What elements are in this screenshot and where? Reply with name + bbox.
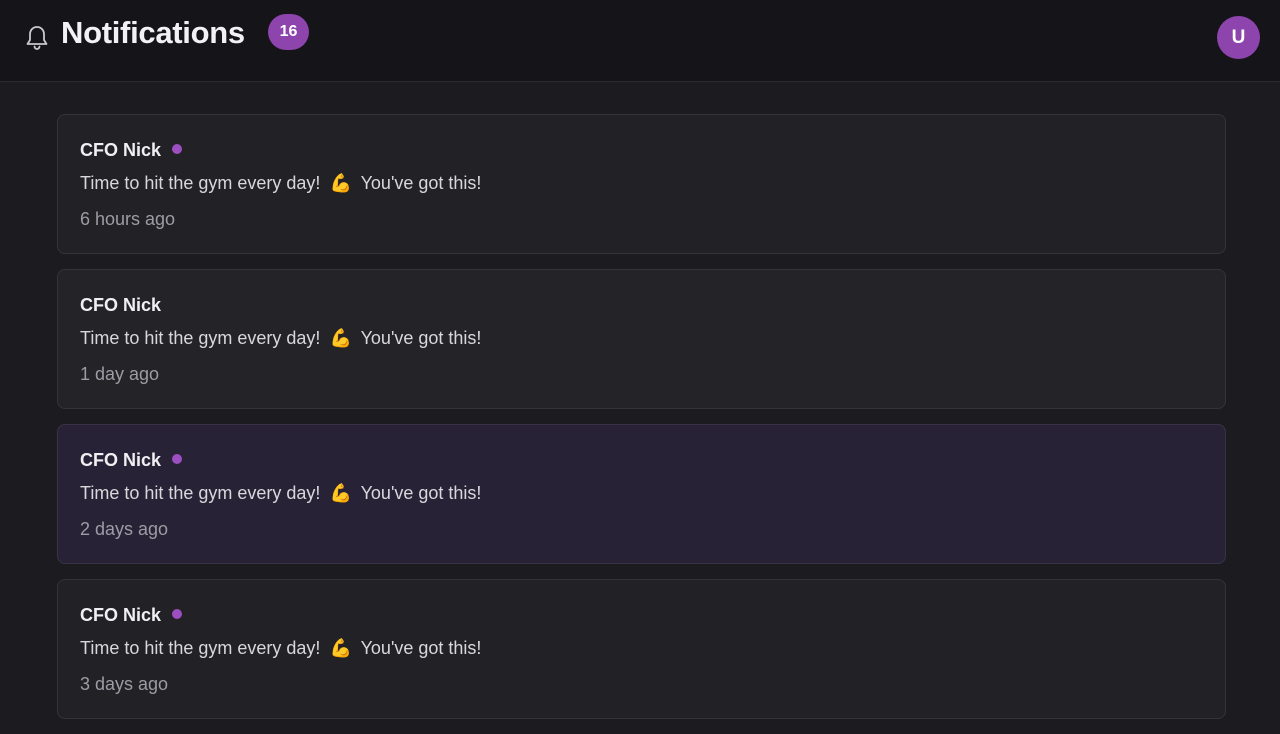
message-text: Time to hit the gym every day! xyxy=(80,483,321,503)
message-text-end: You've got this! xyxy=(360,483,482,503)
notification-list: CFO Nick Time to hit the gym every day! … xyxy=(57,114,1226,734)
notification-sender: CFO Nick xyxy=(80,139,183,161)
sender-name: CFO Nick xyxy=(80,140,162,160)
notification-sender: CFO Nick xyxy=(80,449,183,471)
top-bar: Notifications 16 U xyxy=(0,0,1280,82)
notification-count-badge: 16 xyxy=(268,14,309,50)
sender-name: CFO Nick xyxy=(80,605,162,625)
notification-timestamp: 3 days ago xyxy=(80,674,169,694)
notification-sender: CFO Nick xyxy=(80,604,183,626)
page-title: Notifications xyxy=(61,15,245,50)
flexed-biceps-icon: 💪 xyxy=(329,638,352,658)
message-text: Time to hit the gym every day! xyxy=(80,638,321,658)
notification-timestamp: 6 hours ago xyxy=(80,209,176,229)
notification-card[interactable]: CFO Nick Time to hit the gym every day! … xyxy=(57,114,1226,254)
notification-card[interactable]: CFO Nick Time to hit the gym every day! … xyxy=(57,424,1226,564)
message-text-end: You've got this! xyxy=(360,328,482,348)
sender-name: CFO Nick xyxy=(80,450,162,470)
sender-name: CFO Nick xyxy=(80,295,162,315)
notification-message: Time to hit the gym every day! 💪 You've … xyxy=(80,327,481,349)
unread-indicator xyxy=(172,144,183,154)
unread-indicator xyxy=(172,454,183,464)
notification-card[interactable]: CFO Nick Time to hit the gym every day! … xyxy=(57,579,1226,719)
notification-sender: CFO Nick xyxy=(80,294,161,316)
message-text: Time to hit the gym every day! xyxy=(80,328,321,348)
notification-timestamp: 1 day ago xyxy=(80,364,160,384)
user-avatar[interactable]: U xyxy=(1217,16,1260,59)
message-text-end: You've got this! xyxy=(360,638,482,658)
notification-message: Time to hit the gym every day! 💪 You've … xyxy=(80,637,481,659)
flexed-biceps-icon: 💪 xyxy=(329,483,352,503)
bell-icon[interactable] xyxy=(24,24,50,52)
unread-indicator xyxy=(172,609,183,619)
notification-message: Time to hit the gym every day! 💪 You've … xyxy=(80,482,481,504)
notification-timestamp: 2 days ago xyxy=(80,519,169,539)
message-text: Time to hit the gym every day! xyxy=(80,173,321,193)
message-text-end: You've got this! xyxy=(360,173,482,193)
flexed-biceps-icon: 💪 xyxy=(329,328,352,348)
notification-card[interactable]: CFO Nick Time to hit the gym every day! … xyxy=(57,269,1226,409)
notification-message: Time to hit the gym every day! 💪 You've … xyxy=(80,172,481,194)
flexed-biceps-icon: 💪 xyxy=(329,173,352,193)
